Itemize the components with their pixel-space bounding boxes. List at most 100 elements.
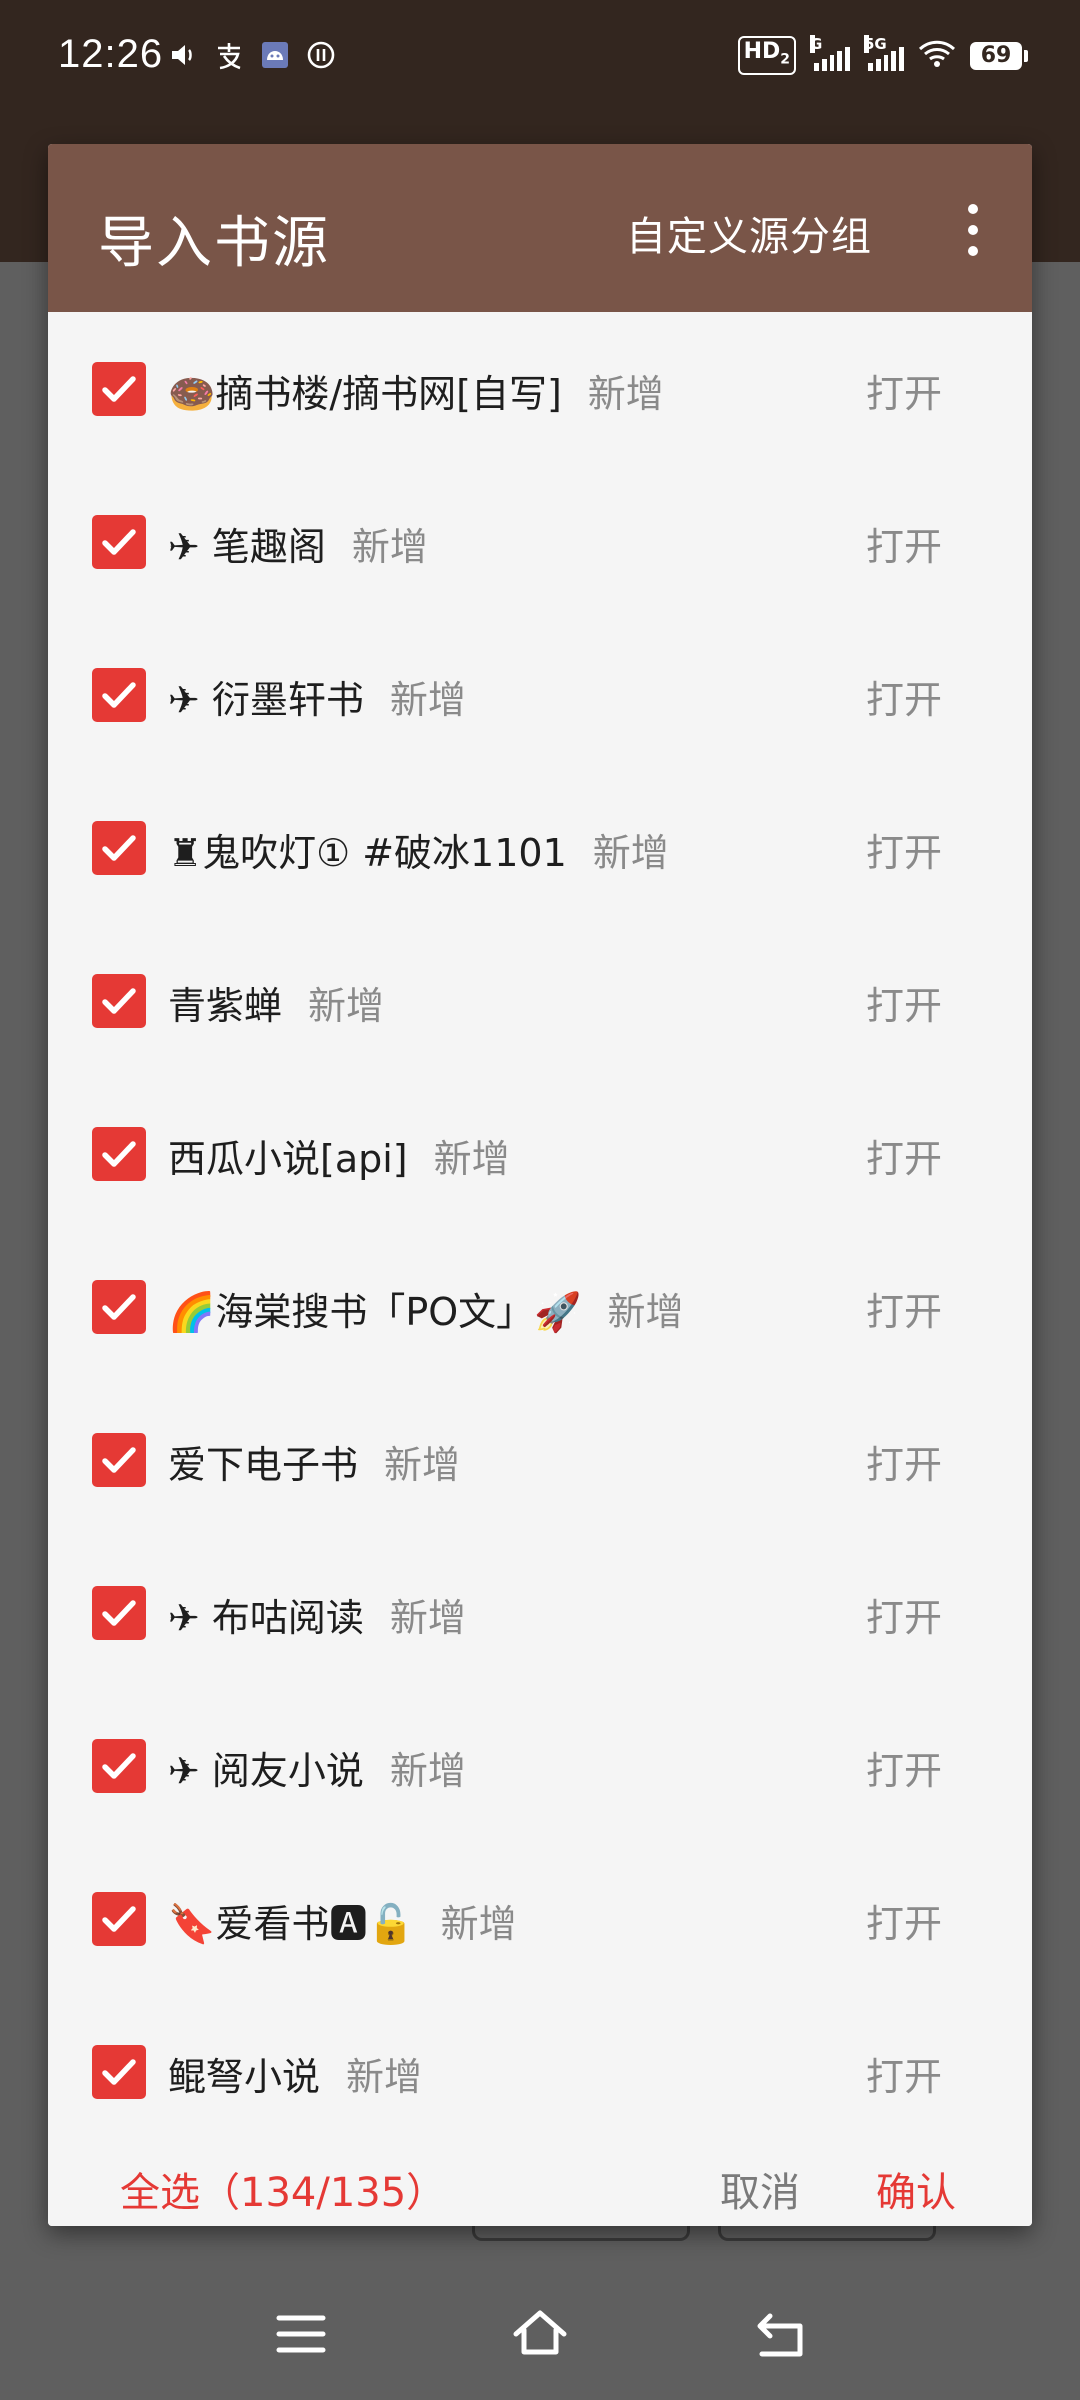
source-name: ✈ 阅友小说 [168, 1749, 364, 1793]
source-row[interactable]: ✈ 阅友小说 新增 打开 [48, 1689, 1032, 1842]
source-row[interactable]: 🔖爱看书🅰🔓 新增 打开 [48, 1842, 1032, 1995]
source-name: 🔖爱看书🅰🔓 [168, 1902, 415, 1946]
source-status-tag: 新增 [389, 678, 466, 722]
check-icon [102, 1600, 136, 1626]
source-row[interactable]: 青紫蝉 新增 打开 [48, 924, 1032, 1077]
check-icon [102, 1753, 136, 1779]
check-icon [102, 1294, 136, 1320]
check-icon [102, 376, 136, 402]
source-row[interactable]: ✈ 衍墨轩书 新增 打开 [48, 618, 1032, 771]
source-status-tag: 新增 [607, 1290, 684, 1334]
source-checkbox[interactable] [92, 1892, 146, 1946]
source-checkbox[interactable] [92, 2045, 146, 2099]
navigation-bar [0, 2270, 1080, 2400]
battery-icon: 69 [970, 41, 1028, 70]
source-row[interactable]: 🌈海棠搜书「PO文」🚀 新增 打开 [48, 1230, 1032, 1383]
source-title: ✈ 阅友小说 新增 [168, 1740, 466, 1795]
source-row[interactable]: ♜鬼吹灯① #破冰1101 新增 打开 [48, 771, 1032, 924]
open-source-button[interactable]: 打开 [866, 975, 942, 1030]
source-row[interactable]: 爱下电子书 新增 打开 [48, 1383, 1032, 1536]
open-source-button[interactable]: 打开 [866, 1893, 942, 1948]
source-title: 青紫蝉 新增 [168, 975, 384, 1030]
source-name: ✈ 布咕阅读 [168, 1596, 364, 1640]
source-checkbox[interactable] [92, 1586, 146, 1640]
open-source-button[interactable]: 打开 [866, 1281, 942, 1336]
source-checkbox[interactable] [92, 362, 146, 416]
source-status-tag: 新增 [587, 372, 664, 416]
source-status-tag: 新增 [308, 984, 385, 1028]
source-name: 爱下电子书 [168, 1443, 359, 1487]
cancel-button[interactable]: 取消 [720, 2160, 800, 2218]
source-name: ♜鬼吹灯① #破冰1101 [168, 831, 567, 875]
source-title: ✈ 衍墨轩书 新增 [168, 669, 466, 724]
open-source-button[interactable]: 打开 [866, 822, 942, 877]
confirm-button[interactable]: 确认 [876, 2160, 956, 2218]
open-source-button[interactable]: 打开 [866, 1434, 942, 1489]
open-source-button[interactable]: 打开 [866, 363, 942, 418]
open-source-button[interactable]: 打开 [866, 1587, 942, 1642]
source-checkbox[interactable] [92, 668, 146, 722]
source-row[interactable]: 🍩摘书楼/摘书网[自写] 新增 打开 [48, 312, 1032, 465]
source-name: 青紫蝉 [168, 984, 283, 1028]
source-checkbox[interactable] [92, 821, 146, 875]
android-icon [260, 40, 290, 70]
source-checkbox[interactable] [92, 1127, 146, 1181]
source-row[interactable]: 鲲弩小说 新增 打开 [48, 1995, 1032, 2148]
notification-icon [306, 40, 336, 70]
source-status-tag: 新增 [389, 1749, 466, 1793]
source-name: 🌈海棠搜书「PO文」🚀 [168, 1290, 582, 1334]
source-title: 爱下电子书 新增 [168, 1434, 460, 1489]
back-icon[interactable] [754, 2312, 806, 2362]
source-checkbox[interactable] [92, 1280, 146, 1334]
source-row[interactable]: ✈ 笔趣阁 新增 打开 [48, 465, 1032, 618]
open-source-button[interactable]: 打开 [866, 2046, 942, 2101]
source-name: ✈ 衍墨轩书 [168, 678, 364, 722]
open-source-button[interactable]: 打开 [866, 1740, 942, 1795]
source-title: 🌈海棠搜书「PO文」🚀 新增 [168, 1281, 683, 1336]
alipay-icon [214, 40, 244, 70]
source-row[interactable]: ✈ 布咕阅读 新增 打开 [48, 1536, 1032, 1689]
check-icon [102, 1447, 136, 1473]
more-vert-icon[interactable] [958, 204, 988, 256]
source-row[interactable]: 西瓜小说[api] 新增 打开 [48, 1077, 1032, 1230]
source-status-tag: 新增 [440, 1902, 517, 1946]
menu-icon[interactable] [276, 2312, 326, 2360]
source-title: 西瓜小说[api] 新增 [168, 1128, 510, 1183]
check-icon [102, 835, 136, 861]
volume-icon [168, 40, 198, 70]
check-icon [102, 529, 136, 555]
source-title: ✈ 笔趣阁 新增 [168, 516, 428, 571]
open-source-button[interactable]: 打开 [866, 669, 942, 724]
open-source-button[interactable]: 打开 [866, 516, 942, 571]
source-status-tag: 新增 [389, 1596, 466, 1640]
select-all-button[interactable]: 全选（134/135） [120, 2160, 446, 2218]
check-icon [102, 2059, 136, 2085]
wifi-icon [918, 39, 956, 73]
open-source-button[interactable]: 打开 [866, 1128, 942, 1183]
source-checkbox[interactable] [92, 515, 146, 569]
status-time: 12:26 [58, 32, 164, 76]
source-title: 🔖爱看书🅰🔓 新增 [168, 1893, 517, 1948]
source-status-tag: 新增 [592, 831, 669, 875]
source-name: 鲲弩小说 [168, 2055, 321, 2099]
dialog-footer: 全选（134/135） 取消 确认 [48, 2144, 1032, 2226]
source-status-tag: 新增 [384, 1443, 461, 1487]
check-icon [102, 1141, 136, 1167]
custom-group-button[interactable]: 自定义源分组 [626, 204, 872, 262]
source-title: 鲲弩小说 新增 [168, 2046, 422, 2101]
home-icon[interactable] [510, 2308, 570, 2362]
source-title: 🍩摘书楼/摘书网[自写] 新增 [168, 363, 664, 418]
source-checkbox[interactable] [92, 974, 146, 1028]
source-name: 西瓜小说[api] [168, 1137, 408, 1181]
source-checkbox[interactable] [92, 1739, 146, 1793]
source-name: 🍩摘书楼/摘书网[自写] [168, 372, 562, 416]
source-status-tag: 新增 [346, 2055, 423, 2099]
dialog-toolbar: 导入书源 自定义源分组 [48, 144, 1032, 312]
source-checkbox[interactable] [92, 1433, 146, 1487]
check-icon [102, 988, 136, 1014]
status-bar: 12:26 HD2 G 5G 69 [0, 0, 1080, 118]
signal-icon: G [810, 34, 850, 71]
import-source-dialog: 导入书源 自定义源分组 🍩摘书楼/摘书网[自写] 新增 打开 ✈ 笔趣阁 新增 打开 ✈ 衍… [48, 144, 1032, 2226]
source-name: ✈ 笔趣阁 [168, 525, 326, 569]
hd-voice-icon: HD2 [737, 36, 796, 76]
